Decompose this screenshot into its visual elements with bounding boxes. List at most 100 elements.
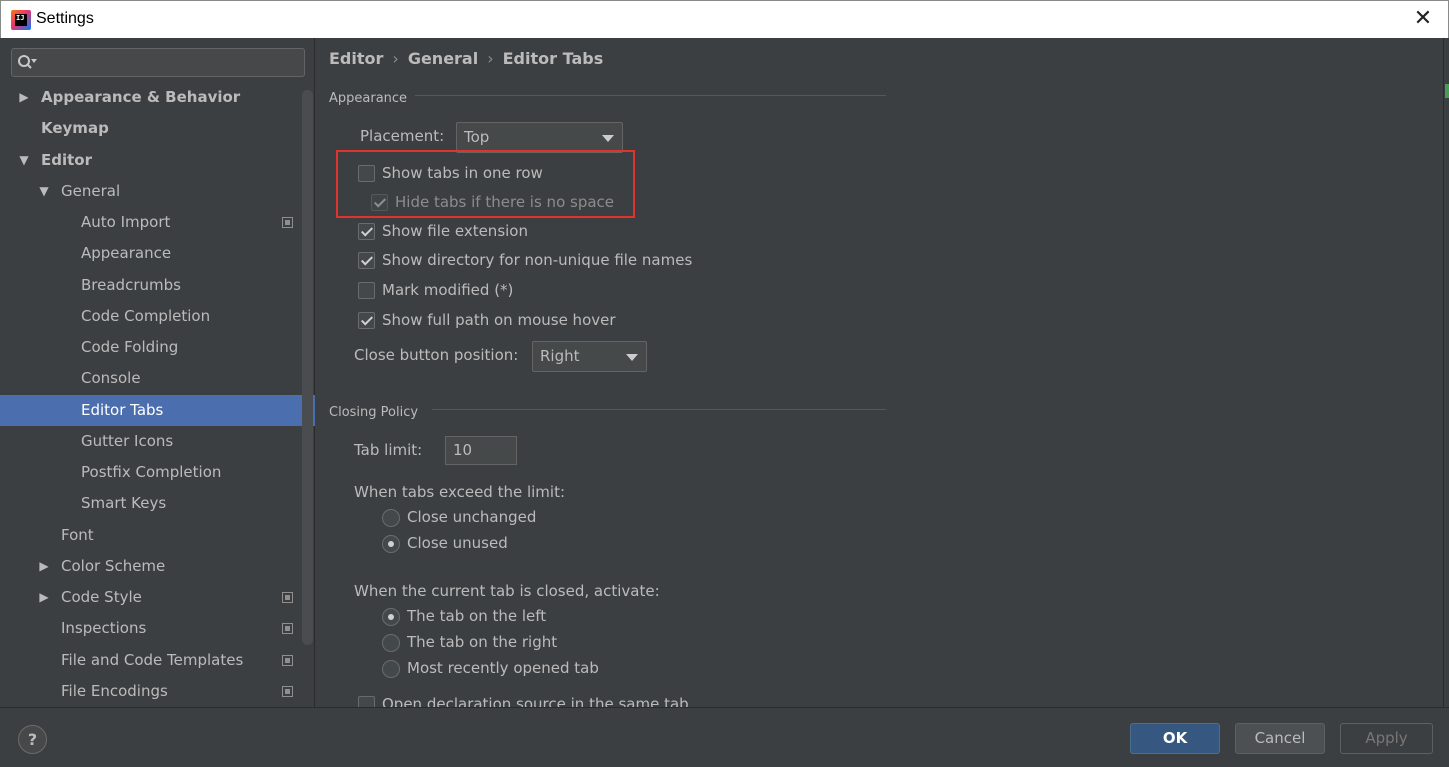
hide-tabs-no-space-checkbox[interactable]: [371, 194, 388, 211]
close-unchanged-label[interactable]: Close unchanged: [407, 508, 536, 526]
apply-button[interactable]: Apply: [1340, 723, 1433, 754]
sidebar-item-code-completion[interactable]: Code Completion: [0, 301, 315, 332]
open-declaration-checkbox[interactable]: [358, 696, 375, 707]
ok-button[interactable]: OK: [1130, 723, 1220, 754]
sidebar-item-smart-keys[interactable]: Smart Keys: [0, 488, 315, 519]
sidebar-item-file-encodings[interactable]: File Encodings: [0, 676, 315, 707]
search-icon[interactable]: [17, 53, 37, 73]
placement-label: Placement:: [360, 127, 445, 145]
sidebar-item-label: Editor: [41, 151, 92, 169]
project-scope-icon: [282, 655, 293, 666]
sidebar-item-console[interactable]: Console: [0, 363, 315, 394]
editor-tabs-panel: Editor › General › Editor Tabs Appearance Pl…: [315, 38, 1442, 707]
sidebar-item-label: Code Style: [61, 588, 142, 606]
section-divider: [432, 409, 886, 410]
exceed-limit-label: When tabs exceed the limit:: [354, 483, 566, 501]
dialog-footer: ? OK Cancel Apply: [0, 707, 1449, 767]
sidebar-scrollbar[interactable]: [302, 90, 313, 645]
sidebar-item-color-scheme[interactable]: ▶ Color Scheme: [0, 551, 315, 582]
help-button[interactable]: ?: [18, 725, 47, 754]
open-declaration-label[interactable]: Open declaration source in the same tab: [382, 695, 689, 707]
close-button-position-dropdown[interactable]: Right: [532, 341, 647, 372]
most-recently-opened-radio[interactable]: [382, 660, 400, 678]
tab-on-left-label[interactable]: The tab on the left: [407, 607, 546, 625]
sidebar-item-code-folding[interactable]: Code Folding: [0, 332, 315, 363]
placement-dropdown[interactable]: Top: [456, 122, 623, 153]
search-input[interactable]: [11, 48, 305, 77]
breadcrumb-item: General: [407, 49, 479, 68]
sidebar-item-auto-import[interactable]: Auto Import: [0, 207, 315, 238]
scrollbar-marker: [1445, 84, 1449, 98]
most-recently-opened-label[interactable]: Most recently opened tab: [407, 659, 599, 677]
tab-limit-input[interactable]: 10: [445, 436, 517, 465]
breadcrumb-separator: ›: [487, 49, 494, 68]
placement-value: Top: [464, 128, 490, 146]
settings-sidebar: ▶ Appearance & Behavior Keymap ▼ Editor …: [0, 38, 315, 707]
breadcrumb-item: Editor: [329, 49, 384, 68]
show-full-path-label[interactable]: Show full path on mouse hover: [382, 311, 616, 329]
mark-modified-label[interactable]: Mark modified (*): [382, 281, 513, 299]
sidebar-item-label: Code Completion: [81, 307, 211, 325]
project-scope-icon: [282, 686, 293, 697]
intellij-app-icon: IJ: [11, 10, 31, 30]
show-directory-checkbox[interactable]: [358, 252, 375, 269]
show-tabs-one-row-label[interactable]: Show tabs in one row: [382, 164, 543, 182]
show-file-extension-label[interactable]: Show file extension: [382, 222, 528, 240]
sidebar-item-general[interactable]: ▼ General: [0, 176, 315, 207]
chevron-down-icon[interactable]: ▼: [37, 176, 51, 207]
close-button-position-value: Right: [540, 347, 580, 365]
sidebar-item-label: Inspections: [61, 619, 147, 637]
tab-limit-label: Tab limit:: [354, 441, 423, 459]
sidebar-item-label: Code Folding: [81, 338, 179, 356]
hide-tabs-no-space-label[interactable]: Hide tabs if there is no space: [395, 193, 614, 211]
sidebar-item-file-code-templates[interactable]: File and Code Templates: [0, 645, 315, 676]
show-tabs-one-row-checkbox[interactable]: [358, 165, 375, 182]
sidebar-item-label: File Encodings: [61, 682, 168, 700]
sidebar-item-label: Gutter Icons: [81, 432, 174, 450]
sidebar-item-label: Console: [81, 369, 141, 387]
tab-closed-activate-label: When the current tab is closed, activate…: [354, 582, 660, 600]
tab-on-right-radio[interactable]: [382, 634, 400, 652]
chevron-down-icon: [626, 354, 638, 361]
sidebar-item-label: Font: [61, 526, 94, 544]
sidebar-item-label: File and Code Templates: [61, 651, 244, 669]
sidebar-item-label: Postfix Completion: [81, 463, 222, 481]
content-scrollbar[interactable]: [1443, 38, 1449, 707]
sidebar-item-editor-tabs[interactable]: Editor Tabs: [0, 395, 315, 426]
breadcrumb-item: Editor Tabs: [502, 49, 604, 68]
title-bar: IJ Settings ✕: [0, 0, 1449, 38]
sidebar-item-breadcrumbs[interactable]: Breadcrumbs: [0, 270, 315, 301]
show-full-path-checkbox[interactable]: [358, 312, 375, 329]
sidebar-item-code-style[interactable]: ▶ Code Style: [0, 582, 315, 613]
app-icon-text: IJ: [15, 14, 27, 26]
mark-modified-checkbox[interactable]: [358, 282, 375, 299]
chevron-right-icon[interactable]: ▶: [17, 82, 31, 113]
close-unchanged-radio[interactable]: [382, 509, 400, 527]
sidebar-item-font[interactable]: Font: [0, 520, 315, 551]
chevron-down-icon: [602, 135, 614, 142]
show-directory-label[interactable]: Show directory for non-unique file names: [382, 251, 692, 269]
project-scope-icon: [282, 592, 293, 603]
chevron-right-icon[interactable]: ▶: [37, 551, 51, 582]
breadcrumb-separator: ›: [392, 49, 399, 68]
sidebar-item-label: Appearance & Behavior: [41, 88, 241, 106]
chevron-down-icon[interactable]: ▼: [17, 145, 31, 176]
chevron-right-icon[interactable]: ▶: [37, 582, 51, 613]
sidebar-item-label: Editor Tabs: [81, 401, 164, 419]
sidebar-item-editor[interactable]: ▼ Editor: [0, 145, 315, 176]
sidebar-item-label: General: [61, 182, 121, 200]
sidebar-item-appearance[interactable]: Appearance: [0, 238, 315, 269]
tab-on-left-radio[interactable]: [382, 608, 400, 626]
sidebar-item-gutter-icons[interactable]: Gutter Icons: [0, 426, 315, 457]
sidebar-item-inspections[interactable]: Inspections: [0, 613, 315, 644]
project-scope-icon: [282, 623, 293, 634]
sidebar-item-appearance-behavior[interactable]: ▶ Appearance & Behavior: [0, 82, 315, 113]
show-file-extension-checkbox[interactable]: [358, 223, 375, 240]
cancel-button[interactable]: Cancel: [1235, 723, 1325, 754]
sidebar-item-keymap[interactable]: Keymap: [0, 113, 315, 144]
close-unused-label[interactable]: Close unused: [407, 534, 508, 552]
close-window-button[interactable]: ✕: [1410, 6, 1436, 32]
tab-on-right-label[interactable]: The tab on the right: [407, 633, 557, 651]
sidebar-item-postfix-completion[interactable]: Postfix Completion: [0, 457, 315, 488]
close-unused-radio[interactable]: [382, 535, 400, 553]
